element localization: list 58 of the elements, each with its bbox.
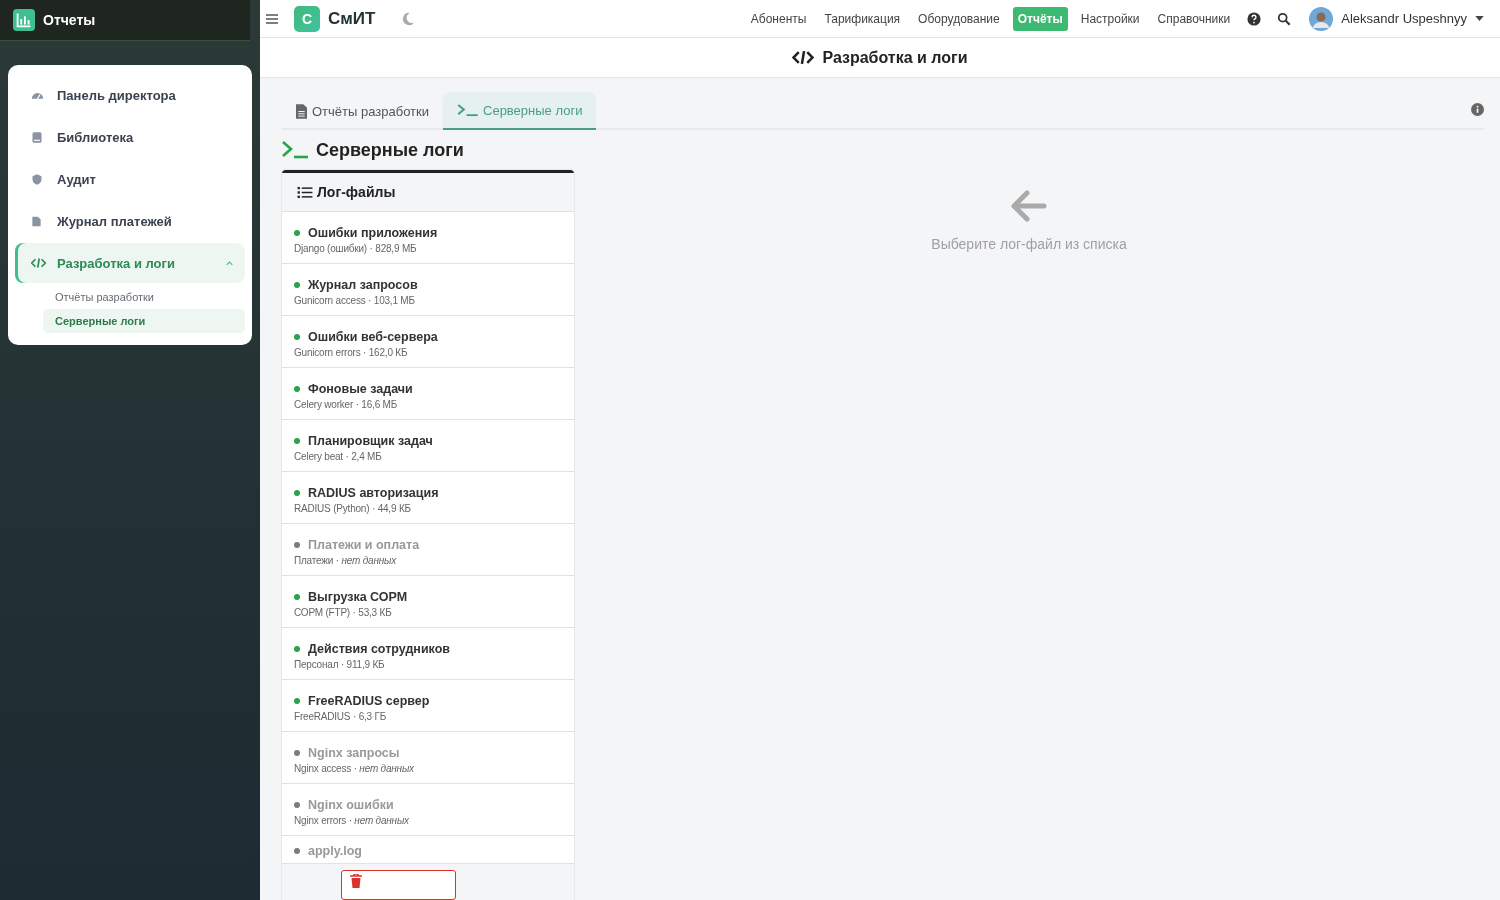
log-name: Планировщик задач xyxy=(308,434,433,448)
log-meta: Платежи · нет данных xyxy=(294,555,398,566)
logo-icon: С xyxy=(294,5,320,32)
log-item[interactable]: RADIUS авторизация RADIUS (Python) · 44,9 КБ xyxy=(282,472,574,524)
nav-link[interactable]: Тарификация xyxy=(819,6,906,31)
sidebar-item[interactable]: Библиотека xyxy=(15,117,245,157)
log-item[interactable]: Ошибки веб-сервера Gunicorn errors · 162,0 КБ xyxy=(282,316,574,368)
log-name: Nginx запросы xyxy=(308,746,400,760)
log-item[interactable]: Действия сотрудников Персонал · 911,9 КБ xyxy=(282,628,574,680)
log-item[interactable]: Nginx ошибки Nginx errors · нет данных xyxy=(282,784,574,836)
sidebar-title: Отчеты xyxy=(43,12,96,28)
panel-title: Лог-файлы xyxy=(317,184,396,200)
log-name: Выгрузка СОРМ xyxy=(308,590,408,604)
log-item[interactable]: Планировщик задач Celery beat · 2,4 МБ xyxy=(282,420,574,472)
nav-link[interactable]: Оборудование xyxy=(913,6,1005,31)
log-meta: Django (ошибки) · 828,9 МБ xyxy=(294,243,418,254)
user-name[interactable]: Aleksandr Uspeshnyy xyxy=(1341,11,1467,26)
log-meta: Персонал · 911,9 КБ xyxy=(294,659,386,670)
brand-name: СмИТ xyxy=(328,8,376,29)
nav-link[interactable]: Настройки xyxy=(1075,6,1145,31)
sidebar-subitem[interactable]: Отчёты разработки xyxy=(43,285,245,309)
log-item[interactable]: Ошибки приложения Django (ошибки) · 828,9 МБ xyxy=(282,212,574,264)
log-name: Журнал запросов xyxy=(308,278,418,292)
nav-link[interactable]: Абоненты xyxy=(745,6,812,31)
sidebar-item[interactable]: Аудит xyxy=(15,159,245,199)
log-name: Nginx ошибки xyxy=(308,798,394,812)
log-meta: Celery worker · 16,6 МБ xyxy=(294,399,399,410)
sidebar-item[interactable]: Разработка и логи xyxy=(15,243,245,283)
log-meta: СОРМ (FTP) · 53,3 КБ xyxy=(294,607,393,618)
sidebar-item[interactable]: Панель директора xyxy=(15,75,245,115)
log-item[interactable]: Журнал запросов Gunicorn access · 103,1 МБ xyxy=(282,264,574,316)
log-meta: Nginx errors · нет данных xyxy=(294,815,410,826)
log-item[interactable]: Выгрузка СОРМ СОРМ (FTP) · 53,3 КБ xyxy=(282,576,574,628)
log-meta: Celery beat · 2,4 МБ xyxy=(294,451,383,462)
tab[interactable]: Отчёты разработки xyxy=(282,92,443,130)
log-name: Ошибки веб-сервера xyxy=(308,330,438,344)
log-meta: RADIUS (Python) · 44,9 КБ xyxy=(294,503,412,514)
section-title: Серверные логи xyxy=(316,139,464,161)
log-name: Действия сотрудников xyxy=(308,642,450,656)
log-name: FreeRADIUS сервер xyxy=(308,694,430,708)
log-meta: FreeRADIUS · 6,3 ГБ xyxy=(294,711,388,722)
empty-state-text: Выберите лог-файл из списка xyxy=(931,236,1127,252)
log-item[interactable]: Фоновые задачи Celery worker · 16,6 МБ xyxy=(282,368,574,420)
log-name: apply.log xyxy=(308,844,362,858)
sidebar-subitem[interactable]: Серверные логи xyxy=(43,309,245,333)
log-meta: Gunicorn access · 103,1 МБ xyxy=(294,295,416,306)
nav-link[interactable]: Справочники xyxy=(1152,6,1236,31)
log-name: Ошибки приложения xyxy=(308,226,438,240)
log-meta: Nginx access · нет данных xyxy=(294,763,415,774)
log-name: RADIUS авторизация xyxy=(308,486,439,500)
log-meta: Gunicorn errors · 162,0 КБ xyxy=(294,347,409,358)
page-title: Разработка и логи xyxy=(822,48,968,67)
log-name: Фоновые задачи xyxy=(308,382,413,396)
sidebar-item[interactable]: Журнал платежей xyxy=(15,201,245,241)
log-item[interactable]: Платежи и оплата Платежи · нет данных xyxy=(282,524,574,576)
log-item[interactable]: Nginx запросы Nginx access · нет данных xyxy=(282,732,574,784)
log-name: Платежи и оплата xyxy=(308,538,420,552)
log-item[interactable]: FreeRADIUS сервер FreeRADIUS · 6,3 ГБ xyxy=(282,680,574,732)
